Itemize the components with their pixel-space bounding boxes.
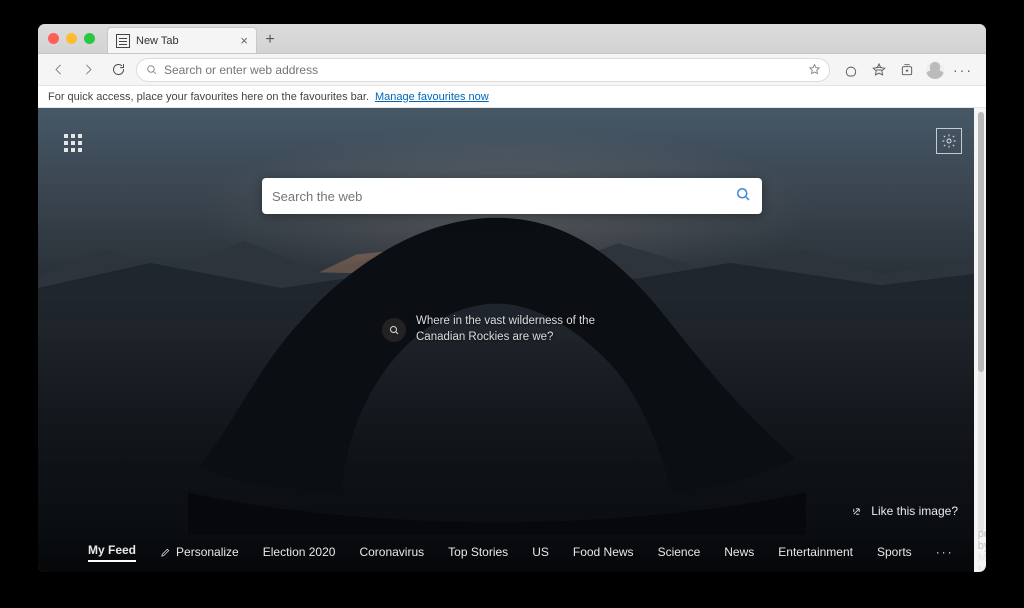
overflow-menu-button[interactable]: ···: [954, 61, 972, 79]
powered-by-label: powered by Microsoft News: [978, 528, 986, 572]
back-button[interactable]: [46, 58, 70, 82]
like-image-button[interactable]: Like this image?: [850, 504, 958, 518]
feed-tab-news[interactable]: News: [724, 545, 754, 559]
feed-tab-coronavirus[interactable]: Coronavirus: [359, 545, 424, 559]
window-maximize-button[interactable]: [84, 33, 95, 44]
caption-search-icon: [382, 318, 406, 342]
window-close-button[interactable]: [48, 33, 59, 44]
new-tab-button[interactable]: +: [257, 27, 283, 53]
tab-close-button[interactable]: ×: [240, 34, 248, 47]
forward-button[interactable]: [76, 58, 100, 82]
collections-icon[interactable]: [898, 61, 916, 79]
feed-tab-entertainment[interactable]: Entertainment: [778, 545, 853, 559]
powered-by-brand: Microsoft News: [978, 552, 986, 572]
driftwood-silhouette: [188, 192, 806, 535]
pencil-icon: [160, 547, 171, 558]
address-input[interactable]: [164, 63, 802, 77]
address-bar[interactable]: [136, 58, 830, 82]
caption-text: Where in the vast wilderness of the Cana…: [416, 314, 642, 345]
manage-favourites-link[interactable]: Manage favourites now: [375, 91, 489, 103]
web-search-box[interactable]: [262, 178, 762, 214]
vertical-scrollbar[interactable]: [978, 112, 984, 532]
feed-tab-science[interactable]: Science: [658, 545, 701, 559]
page-viewport: Where in the vast wilderness of the Cana…: [38, 108, 986, 572]
tab-active[interactable]: New Tab ×: [107, 27, 257, 53]
feed-tab-personalize[interactable]: Personalize: [160, 545, 239, 559]
like-image-label: Like this image?: [871, 504, 958, 518]
scrollbar-thumb[interactable]: [978, 112, 984, 372]
favourite-star-icon[interactable]: [808, 63, 821, 76]
tab-strip: New Tab × +: [107, 24, 283, 53]
web-search-button[interactable]: [734, 185, 752, 208]
avatar-icon: [926, 61, 944, 79]
hero-caption[interactable]: Where in the vast wilderness of the Cana…: [382, 314, 642, 345]
window-titlebar: New Tab × +: [38, 24, 986, 54]
feed-tab-food-news[interactable]: Food News: [573, 545, 634, 559]
toolbar-right-icons: ···: [836, 61, 978, 79]
favourites-hint-text: For quick access, place your favourites …: [48, 91, 369, 103]
feed-tab-top-stories[interactable]: Top Stories: [448, 545, 508, 559]
search-icon: [145, 63, 158, 76]
feed-tab-more[interactable]: ···: [936, 545, 954, 559]
app-launcher-button[interactable]: [64, 134, 84, 154]
window-minimize-button[interactable]: [66, 33, 77, 44]
profile-button[interactable]: [926, 61, 944, 79]
web-search-input[interactable]: [272, 189, 734, 204]
refresh-button[interactable]: [106, 58, 130, 82]
page-icon: [116, 34, 130, 48]
feed-navigation: My Feed Personalize Election 2020 Corona…: [38, 532, 974, 572]
toolbar: ···: [38, 54, 986, 86]
feed-tab-election-2020[interactable]: Election 2020: [263, 545, 336, 559]
page-settings-button[interactable]: [936, 128, 962, 154]
feed-tab-us[interactable]: US: [532, 545, 549, 559]
reading-mode-icon[interactable]: [842, 61, 860, 79]
search-icon: [734, 185, 752, 203]
favourites-hint-bar: For quick access, place your favourites …: [38, 86, 986, 108]
browser-window: New Tab × + ··· For quic: [38, 24, 986, 572]
feed-tab-personalize-label: Personalize: [176, 545, 239, 559]
feed-tab-my-feed[interactable]: My Feed: [88, 543, 136, 562]
favourites-icon[interactable]: [870, 61, 888, 79]
feed-tab-sports[interactable]: Sports: [877, 545, 912, 559]
expand-icon: [850, 505, 863, 518]
window-traffic-lights: [48, 33, 95, 44]
tab-title: New Tab: [136, 35, 179, 47]
